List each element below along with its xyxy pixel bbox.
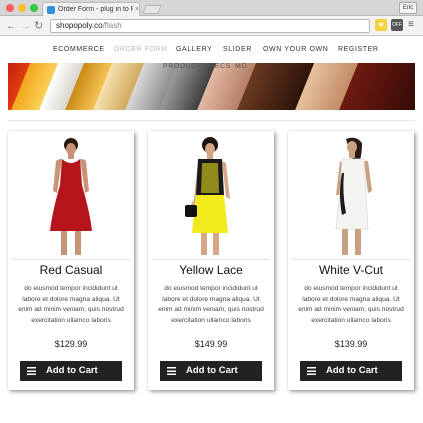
- minimize-window-button[interactable]: [18, 4, 26, 12]
- add-to-cart-button[interactable]: Add to Cart: [160, 361, 262, 381]
- add-to-cart-label: Add to Cart: [186, 365, 238, 376]
- product-card: Red Casual do eiusmod tempor incididunt …: [8, 131, 134, 390]
- address-bar[interactable]: shopopoly.co/flash: [50, 19, 370, 33]
- forward-icon[interactable]: →: [20, 19, 31, 33]
- nav-item-own-your-own[interactable]: OWN YOUR OWN: [263, 46, 328, 53]
- new-tab-button[interactable]: [142, 5, 162, 14]
- browser-toolbar: ← → ↻ shopopoly.co/flash ★ OFF ≡: [0, 16, 423, 36]
- menu-icon[interactable]: ≡: [408, 19, 414, 31]
- site-nav: ECOMMERCE ORDER FORM GALLERY SLIDER OWN …: [0, 37, 423, 70]
- browser-tab-bar: Order Form - plug in to PO × Eric: [0, 0, 423, 16]
- card-divider: [152, 259, 270, 260]
- product-price: $139.99: [334, 339, 368, 349]
- hero-banner: [8, 63, 415, 110]
- add-to-cart-label: Add to Cart: [326, 365, 378, 376]
- nav-item-order-form[interactable]: ORDER FORM: [114, 46, 168, 53]
- back-icon[interactable]: ←: [6, 19, 17, 33]
- reload-icon[interactable]: ↻: [34, 19, 43, 33]
- url-host: shopopoly.co: [56, 21, 103, 30]
- product-price: $129.99: [54, 339, 88, 349]
- list-icon: [27, 367, 36, 375]
- profile-button[interactable]: Eric: [399, 2, 417, 14]
- product-name: Red Casual: [39, 263, 103, 277]
- product-name: Yellow Lace: [179, 263, 243, 277]
- product-name: White V-Cut: [318, 263, 384, 277]
- list-icon: [167, 367, 176, 375]
- product-card: White V-Cut do eiusmod tempor incididunt…: [288, 131, 414, 390]
- tab-close-icon[interactable]: ×: [135, 6, 139, 13]
- product-card: Yellow Lace do eiusmod tempor incididunt…: [148, 131, 274, 390]
- product-description: do eiusmod tempor incididunt ut labore e…: [18, 285, 124, 324]
- product-price: $149.99: [194, 339, 228, 349]
- nav-item-gallery[interactable]: GALLERY: [176, 46, 212, 53]
- product-image[interactable]: [12, 133, 130, 257]
- section-divider: [8, 120, 415, 121]
- add-to-cart-button[interactable]: Add to Cart: [20, 361, 122, 381]
- nav-item-ecommerce[interactable]: ECOMMERCE: [53, 46, 105, 53]
- nav-item-slider[interactable]: SLIDER: [223, 46, 252, 53]
- add-to-cart-label: Add to Cart: [46, 365, 98, 376]
- zoom-window-button[interactable]: [30, 4, 38, 12]
- nav-item-register[interactable]: REGISTER: [338, 46, 379, 53]
- list-icon: [307, 367, 316, 375]
- favicon-icon: [47, 5, 55, 14]
- nav-subitem-mo[interactable]: MO: [235, 63, 247, 70]
- close-window-button[interactable]: [6, 4, 14, 12]
- url-path: /flash: [102, 21, 122, 30]
- card-divider: [12, 259, 130, 260]
- product-image[interactable]: [152, 133, 270, 257]
- product-description: do eiusmod tempor incididunt ut labore e…: [158, 285, 264, 324]
- tab-title: Order Form - plug in to PO: [58, 6, 133, 13]
- product-description: do eiusmod tempor incididunt ut labore e…: [298, 285, 404, 324]
- browser-tab[interactable]: Order Form - plug in to PO ×: [42, 2, 140, 16]
- product-image[interactable]: [292, 133, 410, 257]
- card-divider: [292, 259, 410, 260]
- star-extension-icon[interactable]: ★: [375, 19, 387, 31]
- nav-subitem-product-specs[interactable]: PRODUCT SPECS: [163, 63, 231, 70]
- add-to-cart-button[interactable]: Add to Cart: [300, 361, 402, 381]
- off-extension-icon[interactable]: OFF: [391, 19, 403, 31]
